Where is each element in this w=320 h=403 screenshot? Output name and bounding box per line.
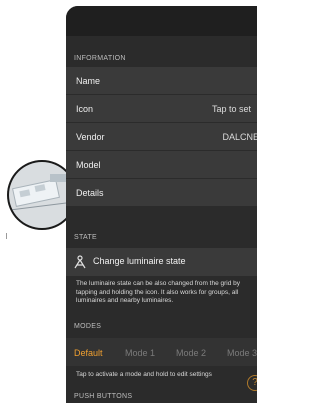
info-row-value: DALCNE [222, 131, 257, 142]
change-luminaire-state-button[interactable]: Change luminaire state [66, 248, 257, 276]
modes-bar: Default Mode 1 Mode 2 Mode 3 [66, 338, 257, 366]
change-luminaire-state-label: Change luminaire state [93, 256, 186, 266]
section-header-state: STATE [74, 234, 98, 241]
lamp-icon [72, 254, 88, 270]
info-row-icon[interactable]: Icon Tap to set [66, 95, 257, 123]
top-bar [66, 6, 257, 36]
info-row-details[interactable]: Details [66, 179, 257, 207]
modes-hint: Tap to activate a mode and hold to edit … [76, 371, 212, 378]
info-row-label: Icon [76, 103, 94, 114]
info-row-label: Name [76, 75, 101, 86]
info-row-value: Tap to set [211, 103, 251, 114]
info-row-label: Vendor [76, 131, 105, 142]
luminaire-settings-screen: INFORMATION Name Icon Tap to set Vendor … [66, 6, 257, 403]
info-row-name[interactable]: Name [66, 67, 257, 95]
mode-2[interactable]: Mode 2 [176, 348, 206, 358]
mode-1[interactable]: Mode 1 [125, 348, 155, 358]
section-header-modes: MODES [74, 323, 102, 330]
mode-3[interactable]: Mode 3 [227, 348, 257, 358]
section-header-information: INFORMATION [74, 55, 126, 62]
divider-tick [6, 233, 7, 239]
info-row-model[interactable]: Model [66, 151, 257, 179]
info-row-label: Model [76, 159, 101, 170]
info-row-vendor[interactable]: Vendor DALCNE [66, 123, 257, 151]
help-circle-icon[interactable]: ? [247, 375, 257, 391]
mode-default[interactable]: Default [74, 348, 103, 358]
section-header-push-buttons: PUSH BUTTONS [74, 393, 133, 400]
state-help-text: The luminaire state can be also changed … [76, 280, 241, 304]
info-row-label: Details [76, 187, 104, 198]
